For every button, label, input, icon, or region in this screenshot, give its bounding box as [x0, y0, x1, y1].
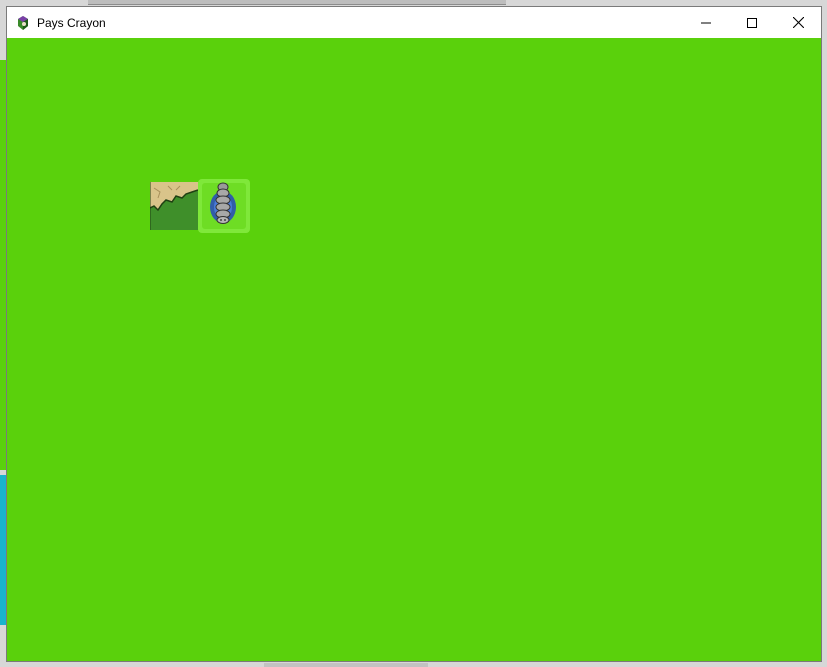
player-tile[interactable] [198, 179, 250, 233]
sand-grass-tile[interactable] [149, 182, 199, 230]
window-title: Pays Crayon [37, 15, 106, 30]
crayon-app-icon [15, 15, 31, 31]
game-canvas[interactable] [7, 38, 821, 661]
maximize-icon [747, 17, 757, 28]
window-controls [683, 7, 821, 38]
close-icon [792, 17, 804, 28]
game-window: Pays Crayon [6, 6, 822, 662]
maximize-button[interactable] [729, 7, 775, 38]
background-window-edge [88, 0, 506, 5]
background-taskbar-fragment [264, 663, 428, 667]
minimize-button[interactable] [683, 7, 729, 38]
title-bar[interactable]: Pays Crayon [7, 7, 821, 38]
close-button[interactable] [775, 7, 821, 38]
minimize-icon [701, 18, 711, 28]
